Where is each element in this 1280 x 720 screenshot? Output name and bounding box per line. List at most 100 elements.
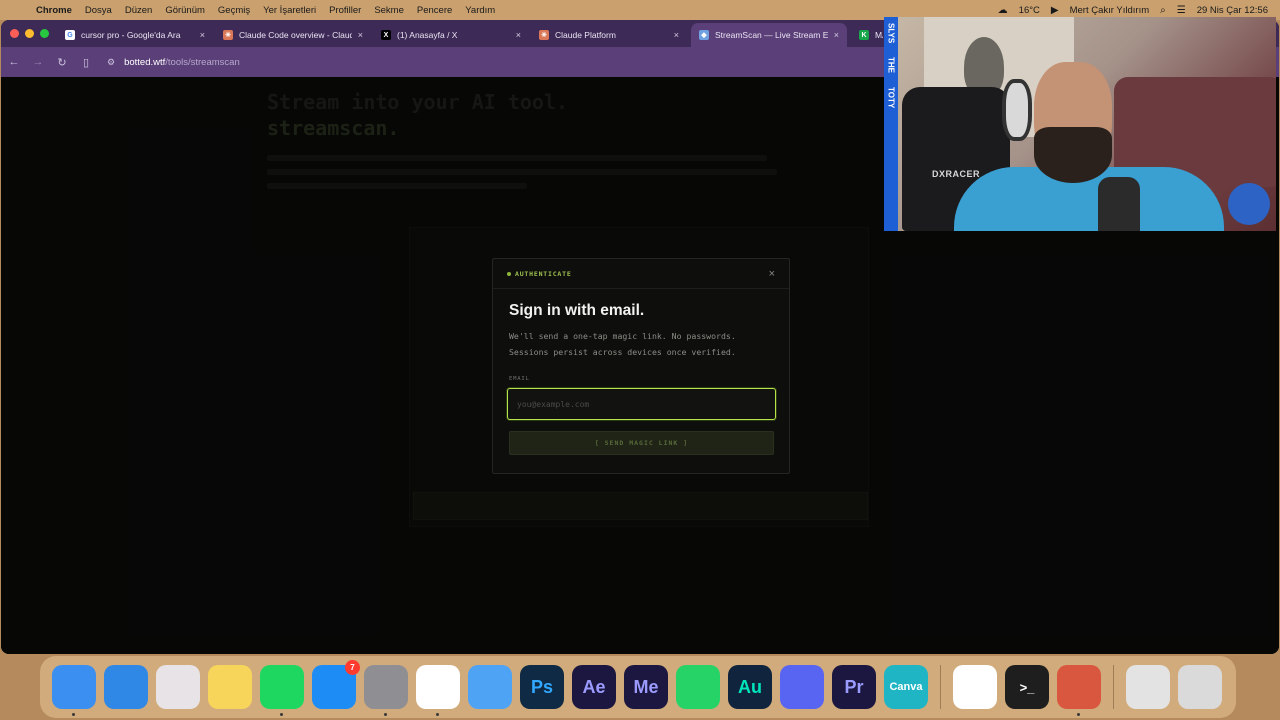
back-icon[interactable]: ← (2, 56, 26, 68)
audition-label: Au (738, 676, 762, 697)
running-indicator (384, 713, 387, 716)
clock[interactable]: 29 Nis Çar 12:56 (1197, 5, 1268, 16)
close-tab-icon[interactable]: × (516, 30, 521, 40)
reload-icon[interactable]: ↻ (50, 56, 74, 69)
send-magic-link-button[interactable]: [ SEND MAGIC LINK ] (509, 431, 774, 455)
canva-icon[interactable]: Canva (884, 665, 928, 709)
menu-edit[interactable]: Düzen (125, 5, 152, 16)
tab-streamscan[interactable]: ◆ StreamScan — Live Stream En × (691, 23, 847, 47)
close-window-button[interactable] (10, 29, 19, 38)
tab-google-search[interactable]: G cursor pro - Google'da Ara × (57, 23, 213, 47)
audition-icon[interactable]: Au (728, 665, 772, 709)
claude-icon[interactable] (1057, 665, 1101, 716)
control-center-icon[interactable]: ☰ (1177, 5, 1186, 16)
close-tab-icon[interactable]: × (200, 30, 205, 40)
modal-description: We'll send a one-tap magic link. No pass… (509, 329, 779, 360)
webcam-overlay: DXRACER SLYS THE TOTY (884, 17, 1276, 231)
spotify-icon[interactable] (260, 665, 304, 716)
url-path: /tools/streamscan (165, 56, 240, 68)
forward-icon[interactable]: → (26, 56, 50, 68)
play-icon[interactable]: ▶ (1051, 5, 1059, 16)
minimize-window-button[interactable] (25, 29, 34, 38)
dock-separator (1113, 665, 1114, 709)
tab-title: StreamScan — Live Stream En (715, 30, 828, 40)
tab-claude-code[interactable]: ✳ Claude Code overview - Claude × (215, 23, 371, 47)
running-indicator (436, 713, 439, 716)
finder-icon[interactable] (52, 665, 96, 716)
url-host: botted.wtf (124, 56, 166, 68)
tab-claude-platform[interactable]: ✳ Claude Platform × (531, 23, 687, 47)
dock-separator (940, 665, 941, 709)
menu-help[interactable]: Yardım (465, 5, 495, 16)
downloads-icon[interactable] (1126, 665, 1170, 709)
after-effects-icon[interactable]: Ae (572, 665, 616, 709)
running-indicator (1077, 713, 1080, 716)
app-store-icon[interactable]: 7 (312, 660, 360, 709)
menu-history[interactable]: Geçmiş (218, 5, 250, 16)
status-dot-icon (507, 271, 511, 276)
close-modal-icon[interactable]: × (769, 268, 775, 280)
trash-icon[interactable] (1178, 665, 1222, 709)
notification-badge: 7 (345, 660, 360, 675)
tab-x-home[interactable]: X (1) Anasayfa / X × (373, 23, 529, 47)
user-name[interactable]: Mert Çakır Yıldırım (1070, 5, 1150, 16)
address-bar[interactable]: ⚙ botted.wtf /tools/streamscan (107, 52, 887, 72)
photoshop-icon[interactable]: Ps (520, 665, 564, 709)
email-field[interactable] (507, 388, 776, 420)
zoom-window-button[interactable] (40, 29, 49, 38)
canva-label: Canva (889, 681, 923, 693)
system-settings-icon[interactable] (364, 665, 408, 716)
chair-brand-label: DXRACER (932, 169, 981, 179)
claude-icon: ✳ (539, 30, 549, 40)
search-icon[interactable]: ⌕ (1160, 5, 1166, 16)
modal-heading: Sign in with email. (509, 302, 645, 319)
auth-modal: AUTHENTICATE × Sign in with email. We'll… (492, 258, 790, 474)
tab-title: MA (875, 30, 883, 40)
x-icon: X (381, 30, 391, 40)
weather-temp[interactable]: 16°C (1019, 5, 1040, 16)
safari-icon[interactable] (104, 665, 148, 709)
running-indicator (72, 713, 75, 716)
discord-icon[interactable] (780, 665, 824, 709)
close-tab-icon[interactable]: × (674, 30, 679, 40)
menu-profiles[interactable]: Profiller (329, 5, 361, 16)
premiere-icon[interactable]: Pr (832, 665, 876, 709)
menu-window[interactable]: Pencere (417, 5, 452, 16)
media-encoder-label: Me (633, 676, 659, 697)
launchpad-icon[interactable] (156, 665, 200, 709)
running-indicator (280, 713, 283, 716)
menu-app-name[interactable]: Chrome (36, 5, 72, 16)
rail-label: TOTY (886, 87, 896, 109)
notes-icon[interactable] (208, 665, 252, 709)
modal-header: AUTHENTICATE × (493, 259, 789, 289)
sidebar-toggle-icon[interactable]: ▯ (74, 56, 98, 69)
menu-view[interactable]: Görünüm (165, 5, 205, 16)
mail-icon[interactable] (468, 665, 512, 709)
after-effects-label: Ae (582, 676, 606, 697)
menu-bookmarks[interactable]: Yer İşaretleri (263, 5, 316, 16)
dock: 7 Ps Ae Me Au Pr Canva >_ (40, 656, 1236, 718)
close-tab-icon[interactable]: × (358, 30, 363, 40)
email-label: EMAIL (509, 376, 530, 382)
premiere-label: Pr (844, 676, 864, 697)
streamscan-icon: ◆ (699, 30, 709, 40)
rail-label: THE (886, 57, 896, 74)
claude-icon: ✳ (223, 30, 233, 40)
weather-icon[interactable]: ☁ (998, 5, 1008, 16)
modal-kicker: AUTHENTICATE (515, 269, 572, 278)
menu-file[interactable]: Dosya (85, 5, 112, 16)
description-line-1: We'll send a one-tap magic link. No pass… (509, 331, 736, 341)
chrome-2-icon[interactable] (953, 665, 997, 709)
google-icon: G (65, 30, 75, 40)
team-logo-icon (1228, 183, 1270, 225)
chrome-icon[interactable] (416, 665, 460, 716)
media-encoder-icon[interactable]: Me (624, 665, 668, 709)
tab-title: cursor pro - Google'da Ara (81, 30, 181, 40)
whatsapp-icon[interactable] (676, 665, 720, 709)
site-info-icon[interactable]: ⚙ (107, 57, 115, 68)
terminal-icon[interactable]: >_ (1005, 665, 1049, 709)
headset-icon (1002, 79, 1032, 141)
close-tab-icon[interactable]: × (834, 30, 839, 40)
menu-tab[interactable]: Sekme (374, 5, 404, 16)
tab-title: Claude Platform (555, 30, 616, 40)
